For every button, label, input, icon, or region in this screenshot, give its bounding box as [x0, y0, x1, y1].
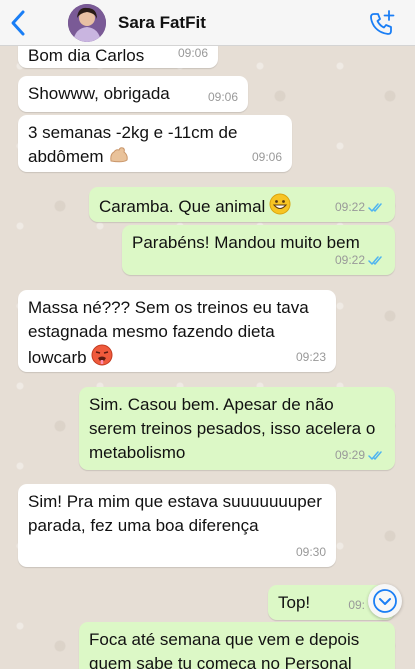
message-incoming[interactable]: Massa né??? Sem os treinos eu tava estag…: [18, 290, 336, 372]
add-call-icon[interactable]: [367, 9, 397, 39]
message-meta: 09:29: [335, 443, 385, 467]
message-meta: 09:: [348, 593, 365, 617]
message-time: 09:06: [177, 46, 208, 60]
message-text: Massa né??? Sem os treinos eu tava estag…: [28, 298, 309, 367]
message-incoming[interactable]: Showww, obrigada 09:06: [18, 76, 248, 112]
message-outgoing[interactable]: Parabéns! Mandou muito bem 09:22: [122, 225, 395, 275]
grinning-face-icon: [269, 193, 291, 215]
read-receipt-icon: [368, 450, 382, 460]
read-receipt-icon: [368, 255, 382, 265]
message-incoming[interactable]: 3 semanas -2kg e -11cm de abdômem 09:06: [18, 115, 292, 172]
message-time: 09:29: [334, 448, 365, 462]
avatar-photo-icon: [68, 4, 106, 42]
message-time: 09:06: [251, 150, 282, 164]
back-chevron-icon[interactable]: [8, 9, 28, 37]
message-outgoing[interactable]: Caramba. Que animal 09:22: [89, 187, 395, 222]
message-time: 09:06: [207, 90, 238, 104]
message-outgoing[interactable]: Foca até semana que vem e depois quem sa…: [79, 622, 395, 669]
hot-face-icon: [91, 344, 113, 366]
message-incoming[interactable]: Sim! Pra mim que estava suuuuuuuper para…: [18, 484, 336, 567]
chevron-down-icon: [373, 589, 397, 613]
message-meta: 09:30: [296, 540, 326, 564]
avatar[interactable]: [68, 4, 106, 42]
message-text: 3 semanas -2kg e -11cm de abdômem: [28, 123, 238, 166]
message-outgoing[interactable]: Sim. Casou bem. Apesar de não serem trei…: [79, 387, 395, 470]
message-time: 09:22: [334, 253, 365, 267]
message-text: Showww, obrigada: [28, 84, 170, 103]
message-meta: 09:22: [335, 195, 385, 219]
message-meta: 09:06: [208, 85, 238, 109]
read-receipt-icon: [368, 202, 382, 212]
message-time: 09:30: [295, 545, 326, 559]
contact-name[interactable]: Sara FatFit: [118, 13, 206, 33]
message-meta: 09:23: [296, 345, 326, 369]
message-time: 09:23: [295, 350, 326, 364]
message-time: 09:: [348, 598, 365, 612]
message-meta: 09:22: [335, 248, 385, 272]
message-time: 09:22: [334, 200, 365, 214]
scroll-to-bottom-button[interactable]: [368, 584, 402, 618]
flexed-biceps-icon: [109, 147, 128, 163]
message-text: Sim! Pra mim que estava suuuuuuuper para…: [28, 492, 322, 535]
message-incoming[interactable]: Bom dia Carlos 09:06: [18, 46, 218, 68]
message-meta: 09:06: [252, 145, 282, 169]
message-meta: 09:06: [178, 46, 208, 65]
chat-area[interactable]: Bom dia Carlos 09:06 Showww, obrigada 09…: [0, 46, 415, 669]
message-text: Foca até semana que vem e depois quem sa…: [89, 630, 360, 669]
chat-header: Sara FatFit: [0, 0, 415, 46]
